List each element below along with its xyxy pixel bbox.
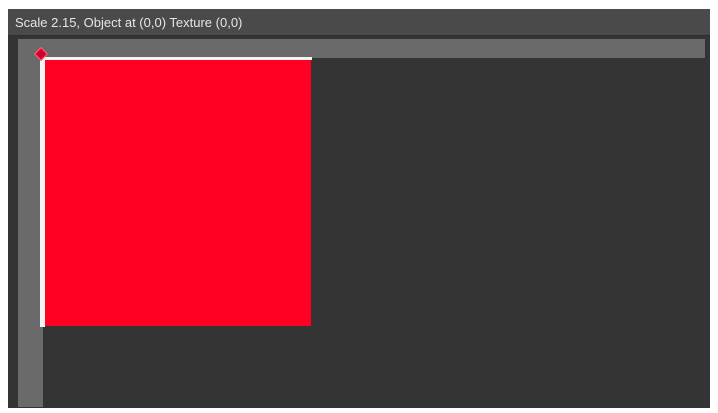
title-bar: Scale 2.15, Object at (0,0) Texture (0,0… (8, 9, 710, 36)
window-title: Scale 2.15, Object at (0,0) Texture (0,0… (15, 15, 243, 30)
texture-object[interactable] (43, 58, 311, 326)
texture-preview-window: Scale 2.15, Object at (0,0) Texture (0,0… (8, 9, 710, 408)
horizontal-ruler (18, 39, 705, 58)
texture-top-edge (42, 57, 312, 60)
texture-left-edge (40, 57, 45, 327)
texture-viewport[interactable] (8, 36, 710, 408)
